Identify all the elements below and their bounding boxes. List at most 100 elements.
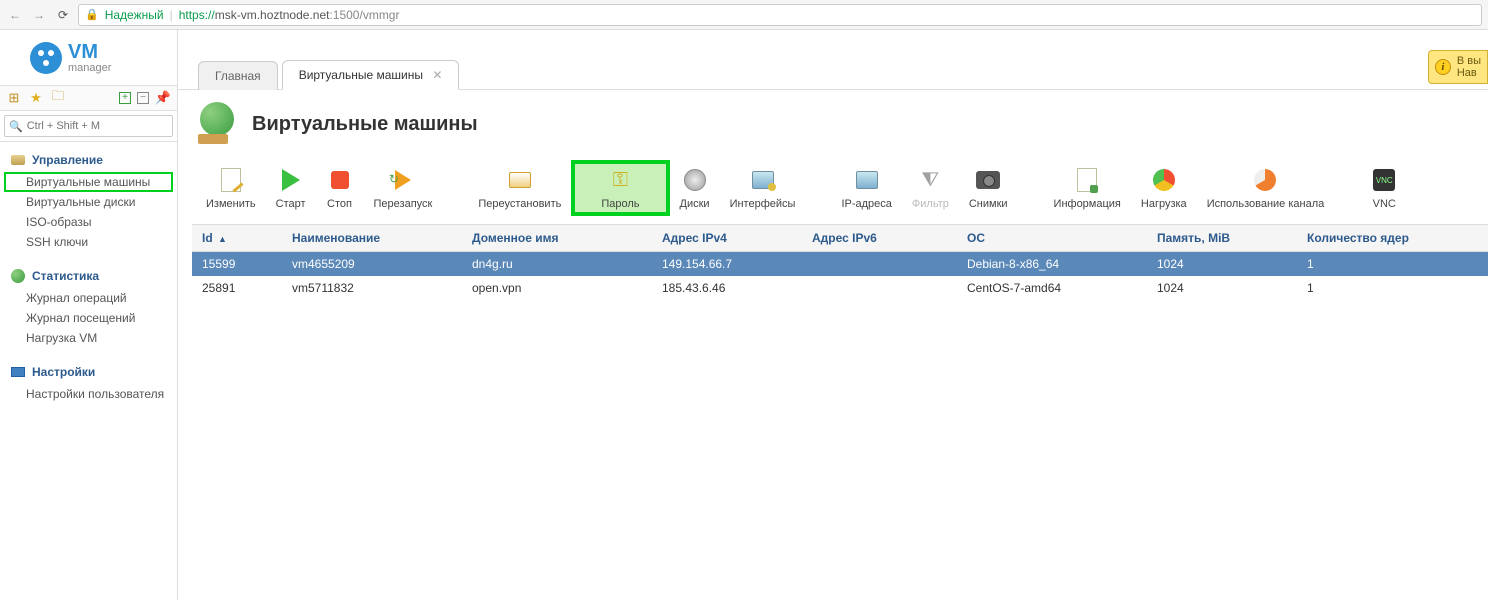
table-row[interactable]: 25891 vm5711832 open.vpn 185.43.6.46 Cen… [192, 276, 1488, 300]
logo: VM manager [0, 30, 177, 85]
secure-label: Надежный [105, 8, 164, 22]
expand-icon[interactable]: + [119, 92, 131, 104]
nav-header-management-label: Управление [32, 153, 103, 167]
vnc-icon: VNC [1373, 169, 1395, 191]
col-name[interactable]: Наименование [282, 225, 462, 252]
col-id[interactable]: Id ▲ [192, 225, 282, 252]
cell-domain: open.vpn [462, 276, 652, 300]
action-load[interactable]: Нагрузка [1131, 160, 1197, 216]
cell-cores: 1 [1297, 276, 1488, 300]
cell-name: vm5711832 [282, 276, 462, 300]
star-icon[interactable]: ★ [28, 90, 44, 106]
nav-header-statistics-label: Статистика [32, 269, 99, 283]
folder-icon[interactable]: 🗀 [50, 90, 66, 106]
sidebar: VM manager ⊞ ★ 🗀 + − 📌 🔍 Управление Вирт [0, 30, 178, 600]
nav-item-vms[interactable]: Виртуальные машины [4, 172, 173, 192]
back-icon[interactable]: ← [6, 6, 24, 24]
cell-domain: dn4g.ru [462, 252, 652, 277]
pin-icon[interactable]: 📌 [155, 90, 171, 106]
action-stop[interactable]: Стоп [316, 160, 364, 216]
cell-memory: 1024 [1147, 252, 1297, 277]
nav-header-settings-label: Настройки [32, 365, 95, 379]
action-channel[interactable]: Использование канала [1197, 160, 1335, 216]
col-ipv4[interactable]: Адрес IPv4 [652, 225, 802, 252]
nav-item-vdisks[interactable]: Виртуальные диски [0, 192, 177, 212]
tab-main[interactable]: Главная [198, 61, 278, 90]
logo-vm: VM [68, 42, 111, 62]
search-box[interactable]: 🔍 [4, 115, 173, 137]
cell-ipv4: 185.43.6.46 [652, 276, 802, 300]
cell-cores: 1 [1297, 252, 1488, 277]
action-interfaces[interactable]: Интерфейсы [720, 160, 806, 216]
cell-os: CentOS-7-amd64 [957, 276, 1147, 300]
cell-ipv6 [802, 276, 957, 300]
nav-item-ssh[interactable]: SSH ключи [0, 232, 177, 252]
tab-bar: Главная Виртуальные машины ✕ i В вы Нав [178, 30, 1488, 90]
nav-item-oplog[interactable]: Журнал операций [0, 288, 177, 308]
nav-header-settings[interactable]: Настройки [0, 360, 177, 384]
action-bar: Изменить Старт Стоп Перезапуск Переустан… [192, 160, 1488, 216]
tree-icon[interactable]: ⊞ [6, 90, 22, 106]
help-line1: В вы [1457, 55, 1481, 67]
url-path: /vmmgr [359, 8, 399, 22]
cell-os: Debian-8-x86_64 [957, 252, 1147, 277]
drive-icon [10, 152, 26, 168]
globe-icon [10, 268, 26, 284]
forward-icon[interactable]: → [30, 6, 48, 24]
browser-chrome: ← → ⟳ 🔒 Надежный | https://msk-vm.hoztno… [0, 0, 1488, 30]
search-input[interactable] [27, 120, 169, 132]
nav-item-iso[interactable]: ISO-образы [0, 212, 177, 232]
nav-item-visitlog[interactable]: Журнал посещений [0, 308, 177, 328]
col-domain[interactable]: Доменное имя [462, 225, 652, 252]
sidebar-toolbar: ⊞ ★ 🗀 + − 📌 [0, 85, 177, 111]
action-start[interactable]: Старт [266, 160, 316, 216]
url-https: https:// [179, 8, 215, 22]
monitor-icon [10, 364, 26, 380]
cell-id: 25891 [192, 276, 282, 300]
cell-ipv4: 149.154.66.7 [652, 252, 802, 277]
cell-ipv6 [802, 252, 957, 277]
reload-icon[interactable]: ⟳ [54, 6, 72, 24]
page-title: Виртуальные машины [252, 113, 478, 136]
col-cores[interactable]: Количество ядер [1297, 225, 1488, 252]
collapse-icon[interactable]: − [137, 92, 149, 104]
nav-header-statistics[interactable]: Статистика [0, 264, 177, 288]
cell-id: 15599 [192, 252, 282, 277]
search-icon: 🔍 [9, 120, 23, 133]
action-snapshots[interactable]: Снимки [959, 160, 1018, 216]
address-bar[interactable]: 🔒 Надежный | https://msk-vm.hoztnode.net… [78, 4, 1482, 26]
help-badge[interactable]: i В вы Нав [1428, 50, 1488, 84]
action-vnc[interactable]: VNCVNC [1360, 160, 1408, 216]
close-icon[interactable]: ✕ [432, 68, 442, 82]
action-filter[interactable]: ⧨Фильтр [902, 160, 959, 216]
vm-table: Id ▲ Наименование Доменное имя Адрес IPv… [192, 224, 1488, 300]
page-header: Виртуальные машины [192, 102, 1488, 146]
content: Главная Виртуальные машины ✕ i В вы Нав … [178, 30, 1488, 600]
action-edit[interactable]: Изменить [196, 160, 266, 216]
action-ip[interactable]: IP-адреса [831, 160, 901, 216]
page-header-icon [194, 102, 238, 146]
lock-icon: 🔒 [85, 8, 99, 21]
funnel-icon: ⧨ [921, 169, 939, 192]
info-icon: i [1435, 59, 1451, 75]
nav-header-management[interactable]: Управление [0, 148, 177, 172]
col-os[interactable]: ОС [957, 225, 1147, 252]
nav-item-usersettings[interactable]: Настройки пользователя [0, 384, 177, 404]
action-restart[interactable]: Перезапуск [364, 160, 443, 216]
cell-memory: 1024 [1147, 276, 1297, 300]
help-line2: Нав [1457, 67, 1481, 79]
table-row[interactable]: 15599 vm4655209 dn4g.ru 149.154.66.7 Deb… [192, 252, 1488, 277]
url-port: :1500 [329, 8, 359, 22]
logo-mgr: manager [68, 62, 111, 74]
action-disks[interactable]: Диски [670, 160, 720, 216]
logo-icon [30, 42, 62, 74]
action-reinstall[interactable]: Переустановить [468, 160, 571, 216]
col-memory[interactable]: Память, MiB [1147, 225, 1297, 252]
cell-name: vm4655209 [282, 252, 462, 277]
col-ipv6[interactable]: Адрес IPv6 [802, 225, 957, 252]
action-info[interactable]: Информация [1044, 160, 1131, 216]
key-icon: ⚿ [613, 169, 628, 192]
action-password[interactable]: ⚿Пароль [571, 160, 669, 216]
nav-item-vmload[interactable]: Нагрузка VM [0, 328, 177, 348]
tab-vms[interactable]: Виртуальные машины ✕ [282, 60, 460, 90]
